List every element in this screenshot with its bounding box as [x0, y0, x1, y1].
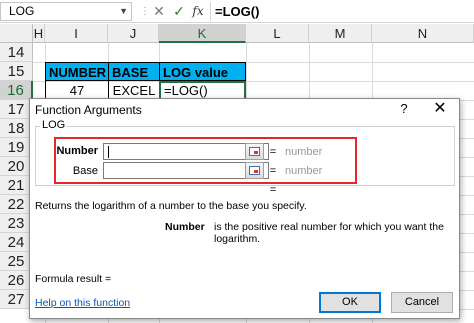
chevron-down-icon[interactable]: ▼ [119, 3, 128, 20]
text-caret [108, 146, 109, 158]
arg-label-number: Number [56, 145, 98, 157]
column-header-k[interactable]: K [159, 24, 246, 43]
table-header-log-value[interactable]: LOG value [159, 62, 246, 81]
ok-button[interactable]: OK [319, 292, 381, 313]
dialog-title: Function Arguments [35, 103, 142, 117]
table-header-number[interactable]: NUMBER [45, 62, 109, 81]
enter-entry-icon[interactable]: ✓ [170, 2, 188, 21]
column-header-n[interactable]: N [372, 24, 474, 43]
function-name-label: LOG [40, 119, 68, 131]
function-description: Returns the logarithm of a number to the… [35, 200, 307, 212]
formula-result: Formula result = [35, 273, 112, 285]
name-box[interactable]: LOG ▼ [0, 2, 132, 21]
range-select-icon [249, 147, 260, 156]
select-all-corner[interactable] [0, 24, 33, 43]
overall-equals: = [269, 184, 277, 196]
cancel-button[interactable]: Cancel [391, 292, 453, 313]
insert-function-icon[interactable]: fx [189, 2, 207, 21]
range-select-icon [249, 166, 260, 175]
grip-icon[interactable]: ⋮ [140, 5, 150, 18]
column-header-m[interactable]: M [309, 24, 372, 43]
table-header-base[interactable]: BASE [108, 62, 160, 81]
function-arguments-dialog: Function Arguments ? ✕ LOG Number = numb… [29, 98, 460, 319]
formula-input[interactable]: =LOG() [210, 2, 474, 21]
close-icon[interactable]: ✕ [430, 99, 450, 119]
column-header-i[interactable]: I [45, 24, 108, 43]
argument-description-text: is the positive real number for which yo… [214, 221, 444, 245]
arg-equals: = [269, 146, 277, 158]
help-on-function-link[interactable]: Help on this function [35, 297, 130, 309]
cancel-entry-icon[interactable]: ✕ [150, 2, 168, 21]
arg-result-base: number [285, 165, 323, 177]
row-header-15[interactable]: 15 [0, 62, 33, 81]
help-icon[interactable]: ? [396, 101, 412, 117]
row-header-14[interactable]: 14 [0, 43, 33, 62]
formula-bar: LOG ▼ ⋮ ✕ ✓ fx =LOG() [0, 0, 474, 23]
collapse-dialog-button-number[interactable] [245, 143, 264, 160]
column-header-l[interactable]: L [246, 24, 309, 43]
arg-result-number: number [285, 146, 323, 158]
column-header-j[interactable]: J [108, 24, 159, 43]
arg-equals: = [269, 165, 277, 177]
collapse-dialog-button-base[interactable] [245, 162, 264, 179]
name-box-value: LOG [9, 4, 35, 18]
argument-description-name: Number [165, 221, 205, 233]
arg-label-base: Base [72, 165, 98, 177]
column-header-h[interactable]: H [33, 24, 45, 43]
